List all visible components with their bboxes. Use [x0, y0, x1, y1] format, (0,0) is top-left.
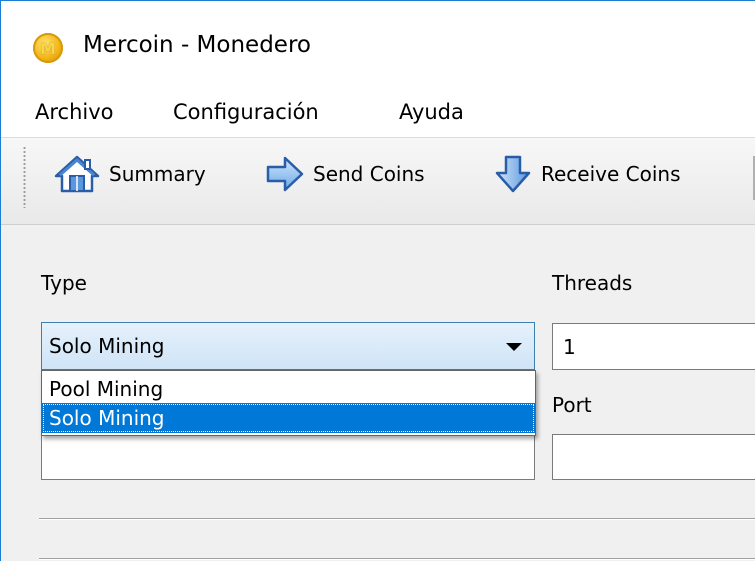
type-dropdown-list: Pool Mining Solo Mining: [41, 370, 536, 436]
arrow-right-icon: [266, 156, 304, 192]
option-solo-mining[interactable]: Solo Mining: [42, 403, 535, 433]
window-title: Mercoin - Monedero: [83, 32, 311, 58]
arrow-down-icon: [495, 155, 531, 193]
menu-archivo[interactable]: Archivo: [35, 100, 114, 124]
receive-coins-label: Receive Coins: [541, 162, 681, 186]
menu-bar: Archivo Configuración Ayuda: [1, 87, 755, 137]
type-label: Type: [41, 271, 87, 295]
dropdown-arrow-icon[interactable]: [506, 343, 522, 351]
send-coins-button[interactable]: Send Coins: [265, 154, 425, 194]
receive-coins-button[interactable]: Receive Coins: [493, 154, 681, 194]
home-icon: [54, 155, 100, 193]
toolbar: Summary Send Coins Receive Coins: [1, 137, 755, 225]
menu-ayuda[interactable]: Ayuda: [399, 100, 464, 124]
mining-settings-panel: Type Threads Solo Mining Port Pool Minin…: [1, 225, 755, 561]
main-window: M Mercoin - Monedero Archivo Configuraci…: [0, 0, 755, 561]
option-pool-mining[interactable]: Pool Mining: [42, 374, 535, 404]
threads-input[interactable]: [552, 323, 755, 370]
separator-line: [39, 558, 755, 559]
summary-button[interactable]: Summary: [53, 154, 206, 194]
send-coins-label: Send Coins: [313, 162, 425, 186]
mercoin-logo-icon: M: [33, 33, 63, 63]
logo-letter: M: [40, 38, 56, 58]
host-input[interactable]: [41, 434, 535, 480]
separator-line: [39, 518, 755, 519]
summary-label: Summary: [109, 162, 206, 186]
port-label: Port: [552, 393, 592, 417]
toolbar-grip-handle[interactable]: [23, 146, 26, 208]
threads-label: Threads: [552, 271, 633, 295]
title-bar: M Mercoin - Monedero: [1, 1, 755, 87]
type-select-value: Solo Mining: [49, 334, 165, 358]
type-select[interactable]: Solo Mining: [41, 322, 535, 370]
menu-configuracion[interactable]: Configuración: [173, 100, 319, 124]
port-input[interactable]: [552, 434, 755, 480]
